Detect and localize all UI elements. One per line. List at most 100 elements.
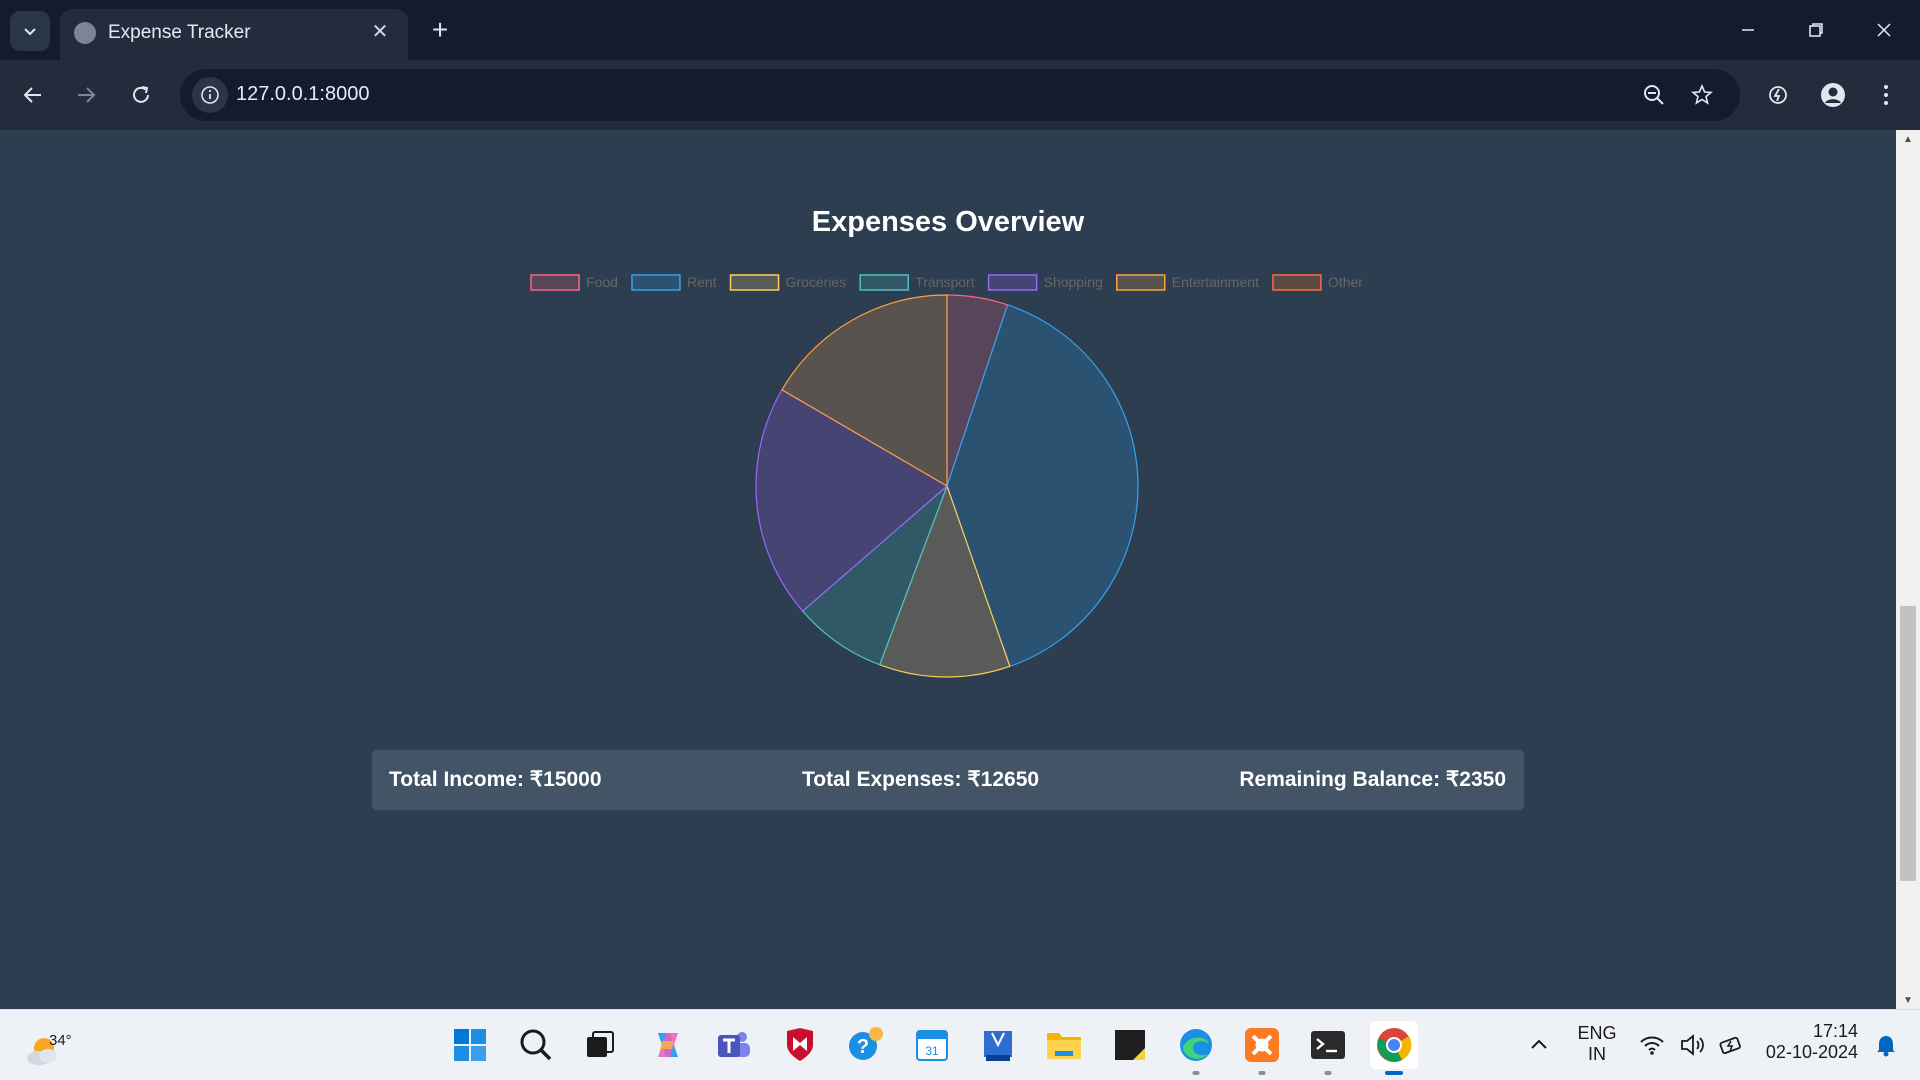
zoom-button[interactable] [1636,77,1672,113]
language-indicator[interactable]: ENG IN [1572,1023,1622,1065]
address-bar[interactable]: 127.0.0.1:8000 [180,69,1740,121]
region-code: IN [1588,1044,1606,1064]
svg-text:?: ? [857,1036,869,1058]
info-icon [201,86,219,104]
forward-button[interactable] [66,75,106,115]
legend-swatch-entertainment[interactable] [1116,274,1166,291]
sticky-notes-icon [1115,1030,1145,1060]
taskbar-xampp[interactable] [1238,1021,1286,1075]
profile-icon [1821,83,1845,107]
taskbar-edge[interactable] [1172,1021,1220,1075]
legend-label-food[interactable]: Food [586,274,618,290]
url-text: 127.0.0.1:8000 [236,83,370,105]
weather-widget[interactable]: 34° [24,1022,84,1072]
active-indicator [1385,1071,1403,1075]
chrome-icon [1377,1028,1412,1062]
taskbar-search[interactable] [512,1021,560,1069]
clock[interactable]: 17:14 02-10-2024 [1758,1021,1858,1063]
more-vert-icon [1884,85,1888,105]
close-icon [1877,23,1891,37]
minimize-button[interactable] [1724,10,1772,50]
site-info-icon[interactable] [192,77,228,113]
tab-search-button[interactable] [10,11,50,51]
close-window-button[interactable] [1860,10,1908,50]
expenses-pie-chart: Food Rent Groceries Transport Shopping Entert… [530,274,1363,678]
legend-label-entertainment[interactable]: Entertainment [1172,274,1259,290]
close-tab-icon[interactable]: ✕ [366,17,394,45]
weather-temp: 34° [49,1032,72,1049]
tab-title: Expense Tracker [108,22,251,43]
browser-tab[interactable]: Expense Tracker ✕ [60,9,408,60]
taskbar-chrome[interactable] [1370,1021,1418,1075]
arrow-right-icon [78,87,96,103]
battery-charging-icon [1719,1036,1741,1055]
legend-label-shopping[interactable]: Shopping [1044,274,1103,290]
taskbar-reader[interactable] [974,1021,1022,1069]
legend-label-groceries[interactable]: Groceries [786,274,847,290]
legend-swatch-groceries[interactable] [729,274,780,291]
folder-icon [1047,1033,1081,1059]
search-icon [520,1029,552,1061]
book-reader-icon [984,1031,1012,1061]
legend-swatch-other[interactable] [1272,274,1322,291]
legend-swatch-shopping[interactable] [987,274,1038,291]
remaining-balance: Remaining Balance: ₹2350 [1239,768,1506,791]
start-button[interactable] [446,1021,494,1069]
legend-swatch-rent[interactable] [631,274,681,291]
legend-swatch-food[interactable] [530,274,580,291]
taskbar-file-explorer[interactable] [1040,1021,1088,1069]
terminal-icon [1311,1031,1345,1059]
volume-icon [1681,1034,1704,1056]
taskbar-teams[interactable] [710,1021,758,1069]
help-icon: ? [849,1027,883,1060]
taskbar-mcafee[interactable] [776,1021,824,1069]
wifi-icon [1640,1036,1664,1055]
show-hidden-icons-button[interactable] [1515,1021,1563,1069]
reload-icon [133,86,149,103]
legend-label-transport[interactable]: Transport [915,274,975,290]
bookmark-button[interactable] [1684,77,1720,113]
minimize-icon [1742,29,1754,31]
performance-button[interactable] [1758,75,1798,115]
edge-icon [1180,1029,1212,1061]
windows-logo-icon [454,1029,486,1061]
notifications-button[interactable] [1862,1021,1910,1069]
mcafee-shield-icon [787,1028,813,1061]
zoom-out-icon [1644,85,1664,105]
running-indicator [1258,1071,1266,1075]
quick-settings-button[interactable] [1627,1021,1757,1069]
scroll-up-arrow[interactable]: ▲ [1896,130,1920,148]
clock-date: 02-10-2024 [1765,1042,1858,1062]
legend-swatch-transport[interactable] [859,274,909,291]
teams-icon [718,1032,750,1057]
back-button[interactable] [13,75,53,115]
browser-toolbar: 127.0.0.1:8000 [0,60,1920,130]
xampp-icon [1245,1028,1279,1062]
restore-icon [1809,23,1823,37]
page-scrollbar[interactable]: ▲ ▼ [1896,130,1920,1009]
reload-button[interactable] [121,75,161,115]
clock-time: 17:14 [1812,1021,1858,1041]
new-tab-button[interactable]: + [424,14,456,46]
task-view-button[interactable] [576,1021,624,1069]
windows-taskbar: 34° ? 31 ENG IN 17:14 02-10-2024 [0,1009,1920,1080]
summary-bar: Total Income: ₹15000 Total Expenses: ₹12… [372,750,1524,810]
taskbar-sticky-notes[interactable] [1106,1021,1154,1069]
language-code: ENG [1577,1023,1617,1043]
taskbar-get-help[interactable]: ? [842,1021,890,1069]
legend-label-other[interactable]: Other [1328,274,1363,290]
copilot-icon [658,1033,678,1057]
bell-icon [1877,1036,1895,1057]
page-content: Expenses Overview Food Rent Groceries Trans… [0,130,1896,1009]
taskbar-copilot[interactable] [644,1021,692,1069]
scroll-down-arrow[interactable]: ▼ [1896,991,1920,1009]
svg-text:31: 31 [925,1044,939,1058]
browser-menu-button[interactable] [1866,75,1906,115]
profile-button[interactable] [1813,75,1853,115]
taskbar-terminal[interactable] [1304,1021,1352,1075]
star-icon [1691,84,1713,105]
restore-button[interactable] [1792,10,1840,50]
scroll-thumb[interactable] [1900,606,1916,881]
taskbar-calendar[interactable]: 31 [908,1021,956,1069]
legend-label-rent[interactable]: Rent [687,274,717,290]
